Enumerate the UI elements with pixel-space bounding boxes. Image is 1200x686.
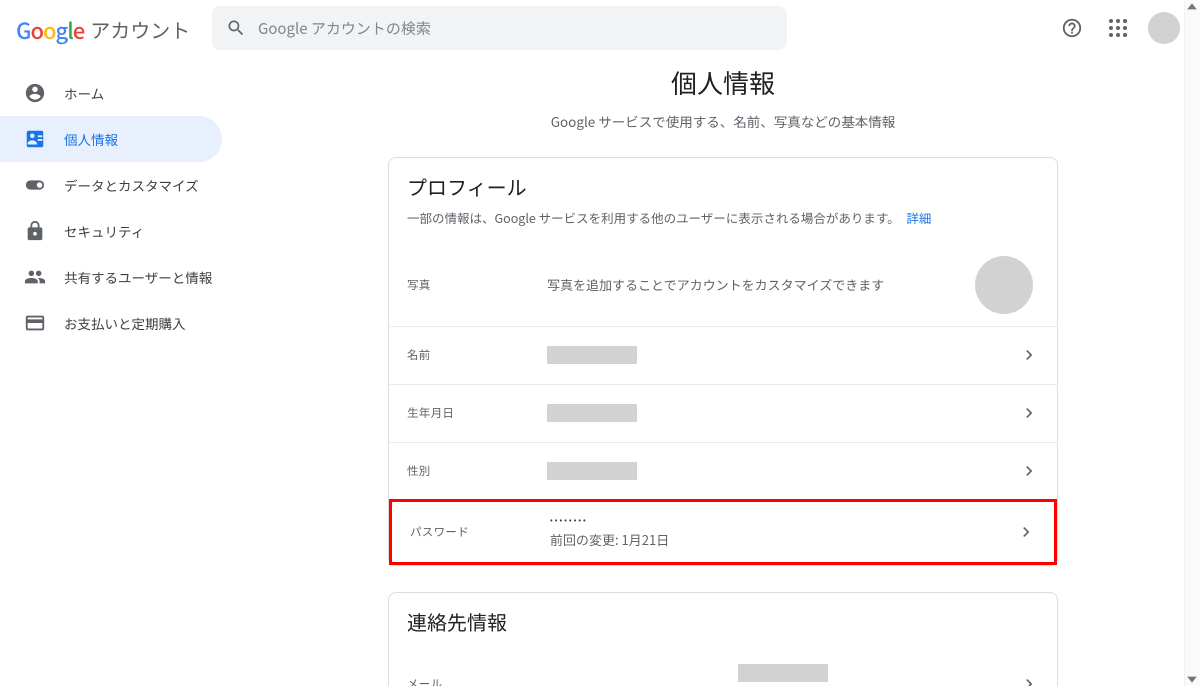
people-icon bbox=[24, 266, 46, 288]
row-gender[interactable]: 性別 bbox=[389, 442, 1057, 500]
lock-icon bbox=[24, 220, 46, 242]
sidebar-item-label: 共有するユーザーと情報 bbox=[64, 267, 212, 287]
search-icon bbox=[226, 18, 246, 38]
page-subtitle: Google サービスで使用する、名前、写真などの基本情報 bbox=[388, 111, 1058, 131]
sidebar-item-label: 個人情報 bbox=[64, 129, 118, 149]
id-card-icon bbox=[24, 128, 46, 150]
sidebar-item-label: ホーム bbox=[64, 83, 104, 103]
sidebar-item-home[interactable]: ホーム bbox=[0, 70, 222, 116]
row-value bbox=[547, 462, 1019, 480]
profile-card-title: プロフィール bbox=[407, 172, 1039, 201]
row-name[interactable]: 名前 bbox=[389, 326, 1057, 384]
chevron-right-icon bbox=[1019, 345, 1039, 365]
contact-card-title: 連絡先情報 bbox=[407, 607, 1039, 636]
brand[interactable]: Google アカウント bbox=[16, 12, 196, 44]
search-box[interactable] bbox=[212, 6, 787, 50]
sidebar-item-label: セキュリティ bbox=[64, 221, 144, 241]
row-birthday[interactable]: 生年月日 bbox=[389, 384, 1057, 442]
home-icon bbox=[24, 82, 46, 104]
account-menu[interactable] bbox=[1144, 8, 1184, 48]
help-button[interactable] bbox=[1052, 8, 1092, 48]
profile-card: プロフィール 一部の情報は、Google サービスを利用する他のユーザーに表示さ… bbox=[388, 157, 1058, 566]
row-photo[interactable]: 写真 写真を追加することでアカウントをカスタマイズできます bbox=[389, 244, 1057, 326]
row-password[interactable]: パスワード •••••••• 前回の変更: 1月21日 bbox=[389, 499, 1057, 565]
google-logo: Google bbox=[16, 14, 84, 46]
row-value bbox=[547, 404, 1019, 422]
sidebar-item-security[interactable]: セキュリティ bbox=[0, 208, 222, 254]
main: 個人情報 Google サービスで使用する、名前、写真などの基本情報 プロフィー… bbox=[246, 56, 1200, 686]
row-email[interactable]: メール @gmail.com bbox=[389, 652, 1057, 686]
row-label: 写真 bbox=[407, 277, 547, 293]
profile-more-link[interactable]: 詳細 bbox=[906, 208, 931, 227]
password-sub: 前回の変更: 1月21日 bbox=[550, 530, 1016, 549]
row-label: メール bbox=[407, 676, 547, 686]
sidebar-item-label: データとカスタマイズ bbox=[64, 175, 199, 195]
contact-card: 連絡先情報 メール @gmail.com 電話 再設定用の電話番号を追加してアカ… bbox=[388, 592, 1058, 686]
card-icon bbox=[24, 312, 46, 334]
row-label: パスワード bbox=[410, 524, 550, 540]
profile-avatar bbox=[975, 256, 1033, 314]
row-value bbox=[547, 346, 1019, 364]
toggle-icon bbox=[24, 174, 46, 196]
brand-account: アカウント bbox=[90, 15, 190, 44]
search-input[interactable] bbox=[258, 18, 773, 39]
sidebar-item-payments[interactable]: お支払いと定期購入 bbox=[0, 300, 222, 346]
sidebar-item-personal-info[interactable]: 個人情報 bbox=[0, 116, 222, 162]
page-title: 個人情報 bbox=[388, 64, 1058, 101]
header-actions bbox=[1052, 8, 1184, 48]
row-label: 名前 bbox=[407, 347, 547, 363]
redacted-block bbox=[547, 462, 637, 480]
avatar bbox=[1148, 12, 1180, 44]
redacted-block bbox=[547, 346, 637, 364]
password-mask: •••••••• bbox=[550, 515, 1016, 526]
header: Google アカウント bbox=[0, 0, 1200, 56]
chevron-right-icon bbox=[1019, 403, 1039, 423]
apps-button[interactable] bbox=[1098, 8, 1138, 48]
chevron-right-icon bbox=[1019, 674, 1039, 686]
profile-card-desc: 一部の情報は、Google サービスを利用する他のユーザーに表示される場合があり… bbox=[407, 209, 1039, 228]
row-label: 性別 bbox=[407, 463, 547, 479]
scroll-down-icon bbox=[1186, 673, 1198, 685]
chevron-right-icon bbox=[1019, 461, 1039, 481]
scrollbar[interactable] bbox=[1184, 0, 1200, 686]
redacted-block bbox=[547, 404, 637, 422]
redacted-block bbox=[738, 664, 828, 682]
apps-icon bbox=[1109, 19, 1127, 37]
chevron-right-icon bbox=[1016, 522, 1036, 542]
sidebar-item-sharing[interactable]: 共有するユーザーと情報 bbox=[0, 254, 222, 300]
sidebar: ホーム 個人情報 データとカスタマイズ セキュリティ 共有するユーザーと情報 お… bbox=[0, 56, 246, 686]
sidebar-item-label: お支払いと定期購入 bbox=[64, 313, 186, 333]
help-icon bbox=[1061, 17, 1083, 39]
scroll-up-icon bbox=[1186, 1, 1198, 13]
row-value: •••••••• 前回の変更: 1月21日 bbox=[550, 515, 1016, 549]
row-value: @gmail.com bbox=[547, 664, 1019, 686]
row-value: 写真を追加することでアカウントをカスタマイズできます bbox=[547, 275, 975, 294]
sidebar-item-data[interactable]: データとカスタマイズ bbox=[0, 162, 222, 208]
row-label: 生年月日 bbox=[407, 405, 547, 421]
